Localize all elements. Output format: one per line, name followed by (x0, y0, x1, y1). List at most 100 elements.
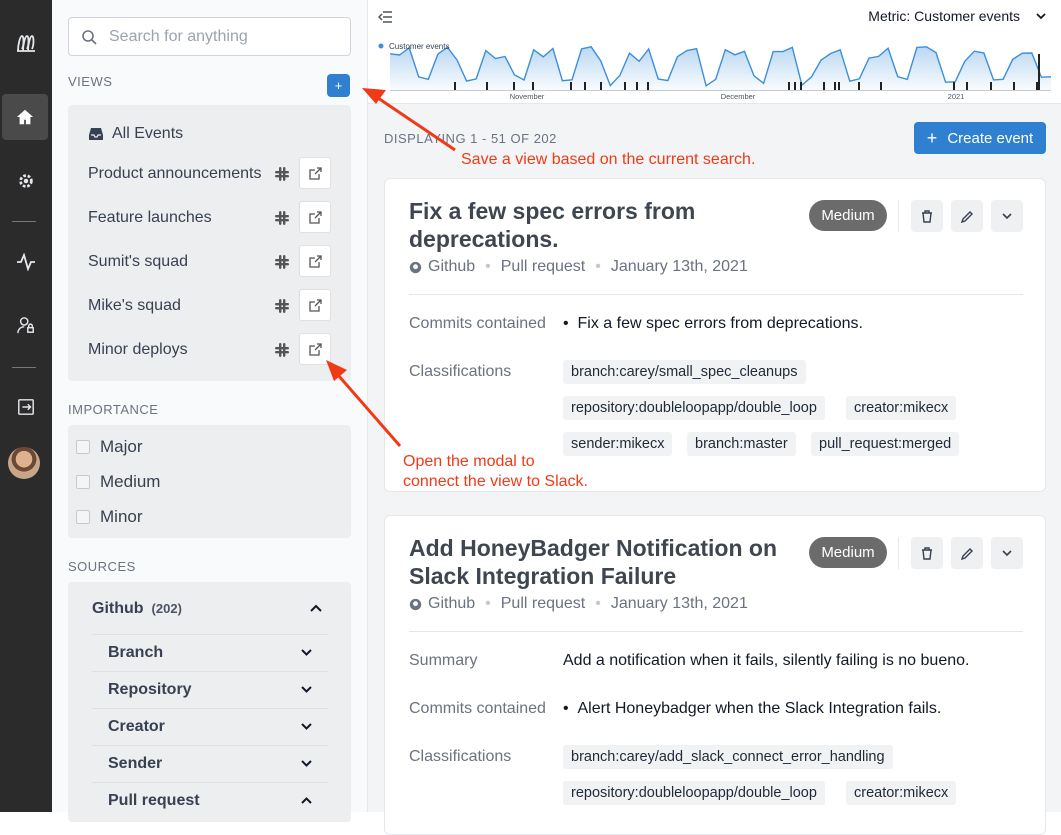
connect-slack-button[interactable] (299, 201, 331, 233)
external-link-icon (308, 210, 322, 224)
source-github-label: Github (92, 600, 144, 617)
summary-text: Add a notification when it fails, silent… (563, 652, 970, 669)
edit-button[interactable] (951, 200, 983, 232)
home-icon[interactable] (2, 94, 48, 140)
importance-minor[interactable]: Minor (76, 507, 143, 527)
event-marker[interactable] (838, 82, 840, 90)
source-filter-row[interactable]: Pull request (92, 782, 328, 818)
more-button[interactable] (991, 200, 1023, 232)
classification-tag[interactable]: creator:mikecx (846, 781, 957, 805)
event-marker[interactable] (570, 82, 572, 90)
chevron-up-icon[interactable] (310, 604, 322, 612)
external-link-icon (308, 166, 322, 180)
classification-tag[interactable]: pull_request:merged (811, 432, 960, 456)
event-marker[interactable] (647, 82, 649, 90)
importance-major[interactable]: Major (76, 437, 143, 457)
summary-label: Summary (409, 652, 478, 669)
github-icon (409, 598, 422, 610)
event-marker[interactable] (624, 82, 626, 90)
event-marker[interactable] (858, 82, 860, 90)
connect-slack-button[interactable] (299, 289, 331, 321)
event-marker[interactable] (486, 82, 488, 90)
x-tick-label: 2021 (948, 92, 965, 101)
event-marker[interactable] (513, 82, 515, 90)
gear-icon[interactable] (0, 158, 52, 204)
event-marker[interactable] (584, 82, 586, 90)
event-marker[interactable] (834, 82, 836, 90)
event-marker[interactable] (800, 82, 802, 90)
slack-icon (275, 167, 289, 181)
event-marker[interactable] (823, 82, 825, 90)
event-marker[interactable] (1038, 54, 1040, 90)
importance-medium[interactable]: Medium (76, 472, 160, 492)
event-title: Add HoneyBadger Notification on Slack In… (409, 535, 777, 589)
event-title: Fix a few spec errors from deprecations. (409, 198, 696, 252)
edit-button[interactable] (951, 537, 983, 569)
checkbox[interactable] (76, 475, 90, 489)
classification-tag[interactable]: repository:doubleloopapp/double_loop (563, 781, 825, 805)
source-filter-row[interactable]: Repository (92, 671, 328, 707)
event-marker[interactable] (600, 82, 602, 90)
event-meta: Github • Pull request • January 13th, 20… (409, 595, 748, 613)
classification-tag[interactable]: branch:carey/small_spec_cleanups (563, 360, 806, 384)
view-item-label[interactable]: Feature launches (88, 209, 212, 227)
view-item-label[interactable]: Sumit's squad (88, 253, 188, 271)
connect-slack-button[interactable] (299, 333, 331, 365)
importance-label: Minor (100, 507, 143, 526)
event-marker[interactable] (1036, 82, 1038, 90)
classification-tag[interactable]: branch:master (687, 432, 796, 456)
classification-tag[interactable]: sender:mikecx (563, 432, 673, 456)
view-item-label[interactable]: Minor deploys (88, 341, 188, 359)
event-meta: Github • Pull request • January 13th, 20… (409, 258, 748, 276)
classification-tag[interactable]: branch:carey/add_slack_connect_error_han… (563, 745, 893, 769)
event-marker[interactable] (880, 82, 882, 90)
checkbox[interactable] (76, 440, 90, 454)
meta-separator: • (485, 258, 491, 275)
view-item-label[interactable]: Product announcements (88, 165, 261, 183)
source-filter-row[interactable]: Sender (92, 745, 328, 781)
all-events-item[interactable]: All Events (88, 125, 183, 143)
metric-select[interactable]: Metric: Customer events (868, 8, 1046, 24)
displaying-count: DISPLAYING 1 - 51 OF 202 (384, 131, 557, 146)
delete-button[interactable] (911, 200, 943, 232)
event-marker[interactable] (966, 82, 968, 90)
event-marker[interactable] (636, 82, 638, 90)
user-lock-icon[interactable] (0, 302, 52, 348)
metric-label: Metric: Customer events (868, 8, 1020, 24)
search-box[interactable] (68, 17, 351, 56)
event-marker[interactable] (990, 82, 992, 90)
event-marker[interactable] (953, 82, 955, 90)
connect-slack-button[interactable] (299, 245, 331, 277)
trash-icon (922, 546, 932, 560)
more-button[interactable] (991, 537, 1023, 569)
logout-icon[interactable] (0, 384, 52, 430)
search-input[interactable] (109, 27, 329, 46)
connect-slack-button[interactable] (299, 157, 331, 189)
logo-icon[interactable] (0, 20, 52, 66)
avatar[interactable] (8, 447, 40, 479)
source-github[interactable]: Github (202) (92, 600, 182, 618)
view-item-label[interactable]: Mike's squad (88, 297, 181, 315)
event-marker[interactable] (1013, 82, 1015, 90)
trash-icon (922, 209, 932, 223)
delete-button[interactable] (911, 537, 943, 569)
event-marker[interactable] (794, 82, 796, 90)
checkbox[interactable] (76, 510, 90, 524)
event-marker[interactable] (532, 82, 534, 90)
add-view-button[interactable]: + (327, 74, 350, 97)
activity-icon[interactable] (0, 239, 52, 285)
commit-text: Alert Honeybadger when the Slack Integra… (577, 700, 942, 717)
commits-label: Commits contained (409, 315, 546, 332)
collapse-sidebar-icon[interactable] (378, 11, 392, 23)
source-filter-row[interactable]: Branch (92, 634, 328, 670)
classification-tag[interactable]: repository:doubleloopapp/double_loop (563, 396, 825, 420)
event-marker[interactable] (788, 82, 790, 90)
event-marker[interactable] (454, 82, 456, 90)
divider (898, 200, 899, 232)
external-link-icon (308, 298, 322, 312)
create-event-label: Create event (947, 129, 1034, 147)
create-event-button[interactable]: + Create event (914, 122, 1046, 154)
event-source: Github (428, 258, 476, 275)
classification-tag[interactable]: creator:mikecx (846, 396, 957, 420)
source-filter-row[interactable]: Creator (92, 708, 328, 744)
